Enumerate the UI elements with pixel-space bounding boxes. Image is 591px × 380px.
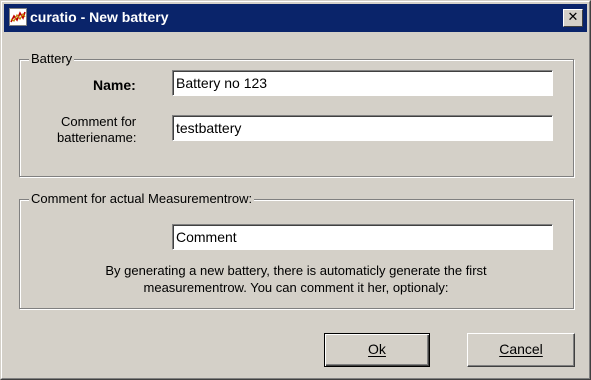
comment-battery-label-line1: Comment for xyxy=(61,114,137,129)
cancel-button-label: Cancel xyxy=(499,341,543,357)
ok-button[interactable]: Ok xyxy=(324,333,430,367)
info-line-1: By generating a new battery, there is au… xyxy=(105,263,487,278)
name-label: Name: xyxy=(93,77,136,93)
info-text: By generating a new battery, there is au… xyxy=(41,262,551,296)
battery-comment-field[interactable]: testbattery xyxy=(172,115,553,141)
new-battery-dialog: curatio - New battery ✕ Battery Name: Ba… xyxy=(0,0,591,380)
close-button[interactable]: ✕ xyxy=(563,9,583,27)
measurement-group-legend: Comment for actual Measurementrow: xyxy=(29,191,255,206)
measurement-comment-field[interactable]: Comment xyxy=(172,224,553,250)
title-bar[interactable]: curatio - New battery ✕ xyxy=(4,4,587,32)
close-icon: ✕ xyxy=(567,10,579,25)
ok-button-label: Ok xyxy=(368,341,386,357)
cancel-button[interactable]: Cancel xyxy=(467,333,575,367)
name-field[interactable]: Battery no 123 xyxy=(172,70,553,96)
battery-group-legend: Battery xyxy=(29,51,75,66)
info-line-2: measurementrow. You can comment it her, … xyxy=(143,280,449,295)
comment-battery-label-line2: batteriename: xyxy=(57,130,137,145)
curatio-chart-icon xyxy=(9,8,27,26)
window-title: curatio - New battery xyxy=(30,9,169,25)
